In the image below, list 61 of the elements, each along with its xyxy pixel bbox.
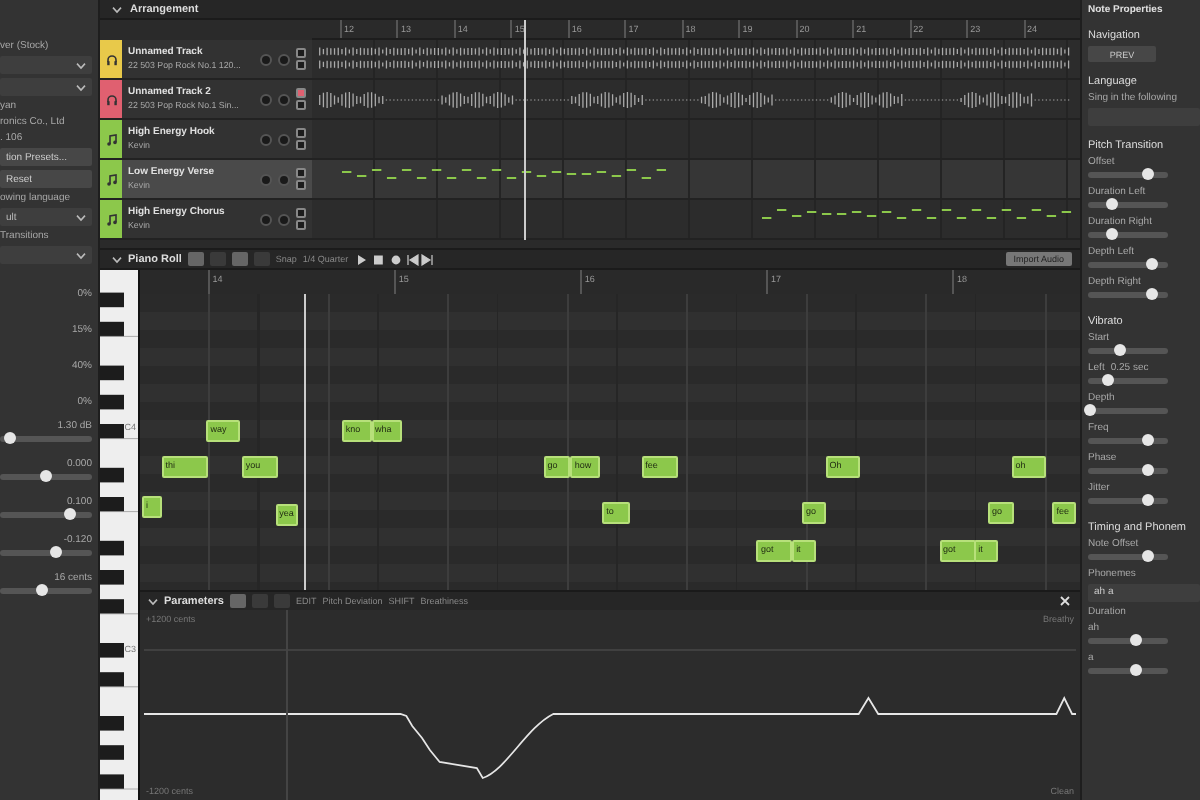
- slider[interactable]: [1088, 554, 1168, 560]
- slider-thumb[interactable]: [1142, 168, 1154, 180]
- slider[interactable]: [1088, 378, 1168, 384]
- slider[interactable]: [1088, 498, 1168, 504]
- transport-icons[interactable]: [354, 253, 435, 265]
- slider[interactable]: [1088, 172, 1168, 178]
- slider[interactable]: [1088, 638, 1168, 644]
- chevron-down-icon: [76, 213, 86, 221]
- solo-button[interactable]: [296, 60, 306, 70]
- chevron-down-icon: [76, 251, 86, 259]
- solo-button[interactable]: [296, 140, 306, 150]
- slider-thumb[interactable]: [1114, 344, 1126, 356]
- slider-thumb[interactable]: [1106, 228, 1118, 240]
- headphones-icon: [105, 93, 117, 105]
- mute-button[interactable]: [296, 168, 306, 178]
- solo-button[interactable]: [296, 220, 306, 230]
- slider-thumb[interactable]: [1130, 664, 1142, 676]
- slider[interactable]: [1088, 262, 1168, 268]
- slider-thumb[interactable]: [3, 432, 16, 444]
- close-icon[interactable]: [1058, 594, 1072, 608]
- slider[interactable]: [1088, 438, 1168, 444]
- slider-thumb[interactable]: [1142, 550, 1154, 562]
- mute-button[interactable]: [296, 48, 306, 58]
- slider[interactable]: [1088, 468, 1168, 474]
- slider[interactable]: [1088, 408, 1168, 414]
- chevron-down-icon: [112, 5, 122, 13]
- slider-thumb[interactable]: [1084, 404, 1097, 416]
- slider[interactable]: [1088, 668, 1168, 674]
- slider[interactable]: [1088, 292, 1168, 298]
- music-note-icon: [105, 173, 117, 185]
- slider[interactable]: [0, 436, 92, 442]
- slider-thumb[interactable]: [1146, 258, 1158, 270]
- slider-thumb[interactable]: [35, 584, 48, 596]
- slider-thumb[interactable]: [40, 470, 52, 482]
- slider-thumb[interactable]: [1142, 434, 1154, 446]
- headphones-icon: [105, 53, 117, 65]
- slider-thumb[interactable]: [1142, 494, 1154, 506]
- chevron-down-icon: [112, 255, 122, 263]
- slider[interactable]: [0, 512, 92, 518]
- slider-thumb[interactable]: [1130, 634, 1142, 646]
- chevron-down-icon: [76, 83, 86, 91]
- mute-button[interactable]: [296, 208, 306, 218]
- slider-thumb[interactable]: [1142, 464, 1154, 476]
- slider-thumb[interactable]: [1102, 374, 1114, 386]
- slider-thumb[interactable]: [1146, 288, 1158, 300]
- slider[interactable]: [0, 550, 92, 556]
- chevron-down-icon: [76, 61, 86, 69]
- slider-thumb[interactable]: [49, 546, 62, 558]
- slider[interactable]: [1088, 202, 1168, 208]
- solo-button[interactable]: [296, 180, 306, 190]
- slider[interactable]: [1088, 232, 1168, 238]
- music-note-icon: [105, 213, 117, 225]
- slider-thumb[interactable]: [63, 508, 75, 520]
- slider[interactable]: [1088, 348, 1168, 354]
- solo-button[interactable]: [296, 100, 306, 110]
- slider[interactable]: [0, 588, 92, 594]
- slider[interactable]: [0, 474, 92, 480]
- chevron-down-icon: [148, 597, 158, 605]
- slider-thumb[interactable]: [1106, 198, 1118, 210]
- music-note-icon: [105, 133, 117, 145]
- mute-button[interactable]: [296, 128, 306, 138]
